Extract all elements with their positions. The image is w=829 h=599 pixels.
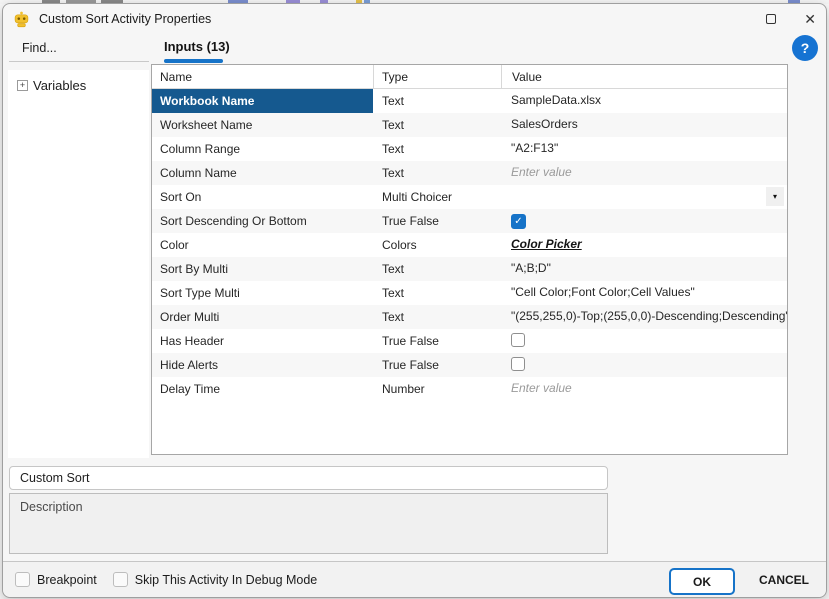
property-name-cell[interactable]: Column Range [152,137,373,161]
tab-inputs[interactable]: Inputs (13) [164,39,230,54]
property-value-cell[interactable] [501,329,787,353]
property-value-placeholder[interactable]: Enter value [511,381,572,395]
find-input[interactable]: Find... [9,37,149,62]
property-name-cell[interactable]: Sort Type Multi [152,281,373,305]
property-type-cell: True False [373,329,501,353]
table-header: Name Type Value [152,65,787,89]
property-value-text[interactable]: SampleData.xlsx [511,93,601,107]
property-value-cell[interactable]: "A2:F13" [501,137,787,161]
table-row[interactable]: Order MultiText "(255,255,0)-Top;(255,0,0… [152,305,787,329]
table-row[interactable]: Worksheet NameText SalesOrders [152,113,787,137]
properties-dialog: Custom Sort Activity Properties ✕ Find..… [2,3,827,598]
activity-name-input[interactable] [9,466,608,490]
property-type-cell: True False [373,353,501,377]
property-value-cell[interactable]: "Cell Color;Font Color;Cell Values" [501,281,787,305]
property-type-cell: Text [373,137,501,161]
property-value-cell[interactable]: ✓ [501,209,787,233]
property-value-cell[interactable]: Color Picker [501,233,787,257]
property-value-cell[interactable]: SampleData.xlsx [501,89,787,113]
skip-activity-label: Skip This Activity In Debug Mode [135,573,318,587]
color-picker-link[interactable]: Color Picker [511,237,582,251]
expand-icon[interactable]: + [17,80,28,91]
robot-icon [13,11,30,28]
property-value-cell[interactable]: ▾ [501,185,787,209]
property-name-cell[interactable]: Sort By Multi [152,257,373,281]
checked-checkbox[interactable]: ✓ [511,214,526,229]
column-header-type[interactable]: Type [373,65,501,88]
skip-activity-checkbox[interactable] [113,572,128,587]
close-icon[interactable]: ✕ [804,12,816,26]
table-row[interactable]: Column NameText Enter value [152,161,787,185]
property-name-cell[interactable]: Workbook Name [152,89,373,113]
property-name-cell[interactable]: Column Name [152,161,373,185]
table-row[interactable]: Delay TimeNumber Enter value [152,377,787,401]
property-name-cell[interactable]: Hide Alerts [152,353,373,377]
property-type-cell: Text [373,257,501,281]
properties-table: Name Type Value Workbook NameTextSampleD… [151,64,788,455]
properties-table-body: Workbook NameTextSampleData.xlsxWorkshee… [152,89,787,401]
property-type-cell: Text [373,113,501,137]
property-value-cell[interactable]: "(255,255,0)-Top;(255,0,0)-Descending;De… [501,305,787,329]
property-type-cell: Number [373,377,501,401]
unchecked-checkbox[interactable] [511,357,525,371]
tree-item-label: Variables [33,78,86,93]
property-type-cell: True False [373,209,501,233]
table-row[interactable]: Sort Descending Or BottomTrue False ✓ [152,209,787,233]
property-type-cell: Text [373,89,501,113]
property-value-cell[interactable]: Enter value [501,377,787,401]
dropdown-arrow-button[interactable]: ▾ [766,187,784,206]
property-value-text[interactable]: "A;B;D" [511,261,551,275]
help-button[interactable]: ? [792,35,818,61]
breakpoint-label: Breakpoint [37,573,97,587]
property-name-cell[interactable]: Order Multi [152,305,373,329]
title-bar: Custom Sort Activity Properties ✕ [3,4,826,34]
property-value-text[interactable]: "Cell Color;Font Color;Cell Values" [511,285,695,299]
table-row[interactable]: Sort OnMulti Choicer ▾ [152,185,787,209]
property-value-text[interactable]: "A2:F13" [511,141,558,155]
ok-button[interactable]: OK [669,568,735,595]
property-value-text[interactable]: SalesOrders [511,117,578,131]
table-row[interactable]: ColorColors Color Picker [152,233,787,257]
unchecked-checkbox[interactable] [511,333,525,347]
property-name-cell[interactable]: Sort Descending Or Bottom [152,209,373,233]
description-textarea[interactable] [9,493,608,554]
property-type-cell: Multi Choicer [373,185,501,209]
property-value-cell[interactable] [501,353,787,377]
property-name-cell[interactable]: Worksheet Name [152,113,373,137]
property-type-cell: Text [373,161,501,185]
sidebar-item-variables[interactable]: + Variables [8,70,149,93]
window-title: Custom Sort Activity Properties [39,12,211,26]
property-value-cell[interactable]: SalesOrders [501,113,787,137]
maximize-icon[interactable] [766,14,776,24]
property-value-text[interactable]: "(255,255,0)-Top;(255,0,0)-Descending;De… [511,309,787,323]
footer-bar: Breakpoint Skip This Activity In Debug M… [3,561,826,597]
property-value-cell[interactable]: Enter value [501,161,787,185]
property-name-cell[interactable]: Delay Time [152,377,373,401]
property-type-cell: Text [373,305,501,329]
tab-active-underline [164,59,223,63]
table-row[interactable]: Sort By MultiText "A;B;D" [152,257,787,281]
table-row[interactable]: Has HeaderTrue False [152,329,787,353]
cancel-button[interactable]: CANCEL [759,573,809,587]
property-name-cell[interactable]: Sort On [152,185,373,209]
table-row[interactable]: Hide AlertsTrue False [152,353,787,377]
column-header-name[interactable]: Name [152,65,373,88]
property-name-cell[interactable]: Color [152,233,373,257]
property-type-cell: Text [373,281,501,305]
variables-panel: + Variables [8,70,149,458]
property-value-cell[interactable]: "A;B;D" [501,257,787,281]
property-name-cell[interactable]: Has Header [152,329,373,353]
table-row[interactable]: Workbook NameText SampleData.xlsx [152,89,787,113]
breakpoint-checkbox[interactable] [15,572,30,587]
property-type-cell: Colors [373,233,501,257]
table-row[interactable]: Column RangeText "A2:F13" [152,137,787,161]
column-header-value[interactable]: Value [501,65,787,88]
table-row[interactable]: Sort Type MultiText "Cell Color;Font Colo… [152,281,787,305]
property-value-placeholder[interactable]: Enter value [511,165,572,179]
